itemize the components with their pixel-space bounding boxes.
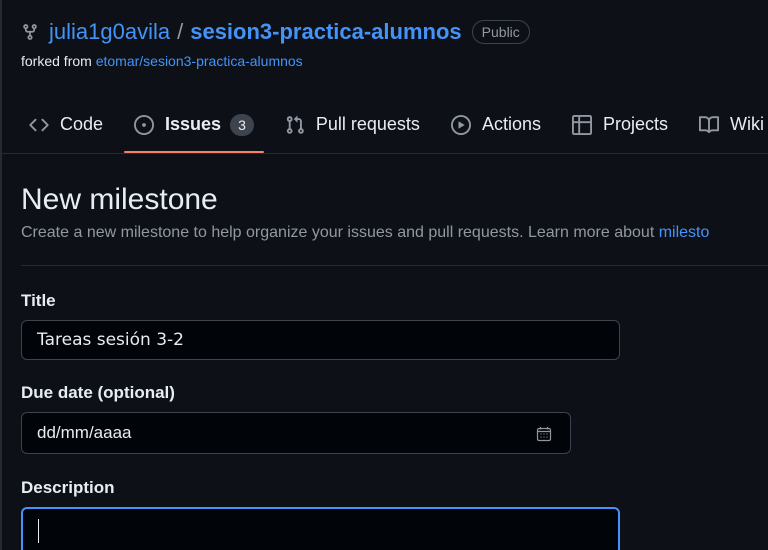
- description-textarea[interactable]: [21, 507, 620, 550]
- page-description: Create a new milestone to help organize …: [21, 224, 768, 242]
- calendar-icon[interactable]: [536, 426, 552, 442]
- page-description-text: Create a new milestone to help organize …: [21, 224, 655, 241]
- due-date-placeholder: dd/mm/aaaa: [37, 423, 132, 442]
- tab-code[interactable]: Code: [21, 102, 113, 147]
- tab-projects[interactable]: Projects: [562, 102, 678, 147]
- tab-actions-label: Actions: [481, 114, 541, 134]
- repo-forked-icon: [21, 23, 39, 41]
- repository-title-line: julia1g0avila / sesion3-practica-alumnos…: [21, 16, 768, 48]
- repository-header: julia1g0avila / sesion3-practica-alumnos…: [21, 16, 768, 69]
- milestones-help-link[interactable]: milesto: [659, 224, 710, 241]
- milestone-form-page: New milestone Create a new milestone to …: [21, 180, 768, 550]
- tab-pull-requests[interactable]: Pull requests: [275, 102, 430, 147]
- visibility-badge: Public: [471, 20, 530, 44]
- tab-wiki-label: Wiki: [730, 114, 764, 134]
- forked-from-label: forked from: [21, 53, 92, 69]
- title-label: Title: [21, 291, 56, 310]
- text-cursor: [38, 519, 39, 543]
- play-icon: [450, 114, 471, 135]
- book-icon: [699, 115, 719, 133]
- tab-code-label: Code: [60, 114, 104, 134]
- description-label: Description: [21, 478, 115, 497]
- tabs-divider: [0, 153, 768, 154]
- due-date-input[interactable]: dd/mm/aaaa: [21, 412, 571, 454]
- issues-counter-badge: 3: [230, 113, 254, 136]
- tab-issues-label: Issues: [165, 114, 222, 134]
- repository-name-link[interactable]: sesion3-practica-alumnos: [190, 19, 461, 45]
- window-edge: [0, 0, 2, 550]
- forked-source-link[interactable]: etomar/sesion3-practica-alumnos: [96, 53, 303, 69]
- repository-path-separator: /: [177, 19, 184, 44]
- title-input[interactable]: Tareas sesión 3-2: [21, 320, 620, 360]
- tab-issues[interactable]: Issues 3: [124, 102, 264, 153]
- code-icon: [29, 118, 49, 131]
- tab-actions[interactable]: Actions: [441, 102, 551, 147]
- issue-opened-icon: [134, 114, 155, 135]
- table-icon: [571, 114, 592, 135]
- repository-owner-link[interactable]: julia1g0avila: [49, 19, 170, 45]
- git-pull-request-icon: [286, 115, 304, 134]
- title-input-value: Tareas sesión 3-2: [37, 330, 184, 350]
- tab-wiki[interactable]: Wiki: [689, 102, 768, 147]
- tab-pull-requests-label: Pull requests: [315, 114, 420, 134]
- page-title: New milestone: [21, 183, 218, 216]
- repository-tabs: Code Issues 3 Pull requests Actions Proj…: [21, 102, 768, 154]
- tab-projects-label: Projects: [602, 114, 668, 134]
- due-date-label: Due date (optional): [21, 383, 175, 402]
- content-divider: [21, 265, 768, 266]
- forked-from-line: forked from etomar/sesion3-practica-alum…: [21, 53, 768, 69]
